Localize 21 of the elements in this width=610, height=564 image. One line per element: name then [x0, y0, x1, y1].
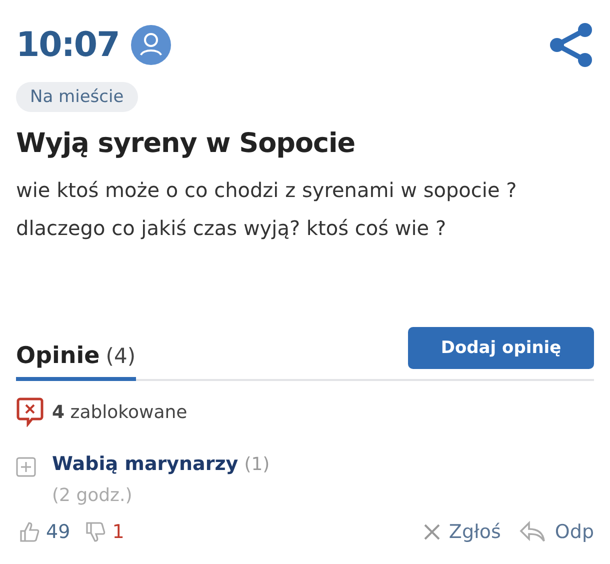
blocked-comment-icon	[16, 397, 44, 427]
comment-title[interactable]: Wabią marynarzy	[52, 453, 238, 475]
category-tag[interactable]: Na mieście	[16, 82, 138, 112]
blocked-count: 4 zablokowane	[52, 402, 188, 422]
expand-icon[interactable]	[16, 457, 36, 477]
opinions-tab[interactable]: Opinie (4)	[16, 343, 136, 381]
dislike-count: 1	[112, 521, 124, 543]
reply-button[interactable]: Odp	[518, 521, 594, 543]
like-count: 49	[46, 521, 70, 543]
report-button[interactable]: Zgłoś	[422, 521, 501, 543]
thumbs-up-icon[interactable]	[18, 520, 42, 544]
reply-arrow-icon[interactable]	[518, 521, 547, 543]
user-icon[interactable]	[131, 25, 172, 65]
post-body: wie ktoś może o co chodzi z syrenami w sopocie ? dlaczego co jakiś czas wyją? ktoś coś wie ?	[16, 177, 518, 242]
post-title: Wyją syreny w Sopocie	[16, 128, 356, 159]
add-opinion-button[interactable]: Dodaj opinię	[408, 327, 594, 369]
close-icon[interactable]	[422, 523, 441, 541]
comment-age: (2 godz.)	[52, 485, 134, 506]
share-icon[interactable]	[548, 22, 594, 68]
reply-count: (1)	[244, 454, 270, 475]
post-time: 10:07	[16, 25, 120, 65]
